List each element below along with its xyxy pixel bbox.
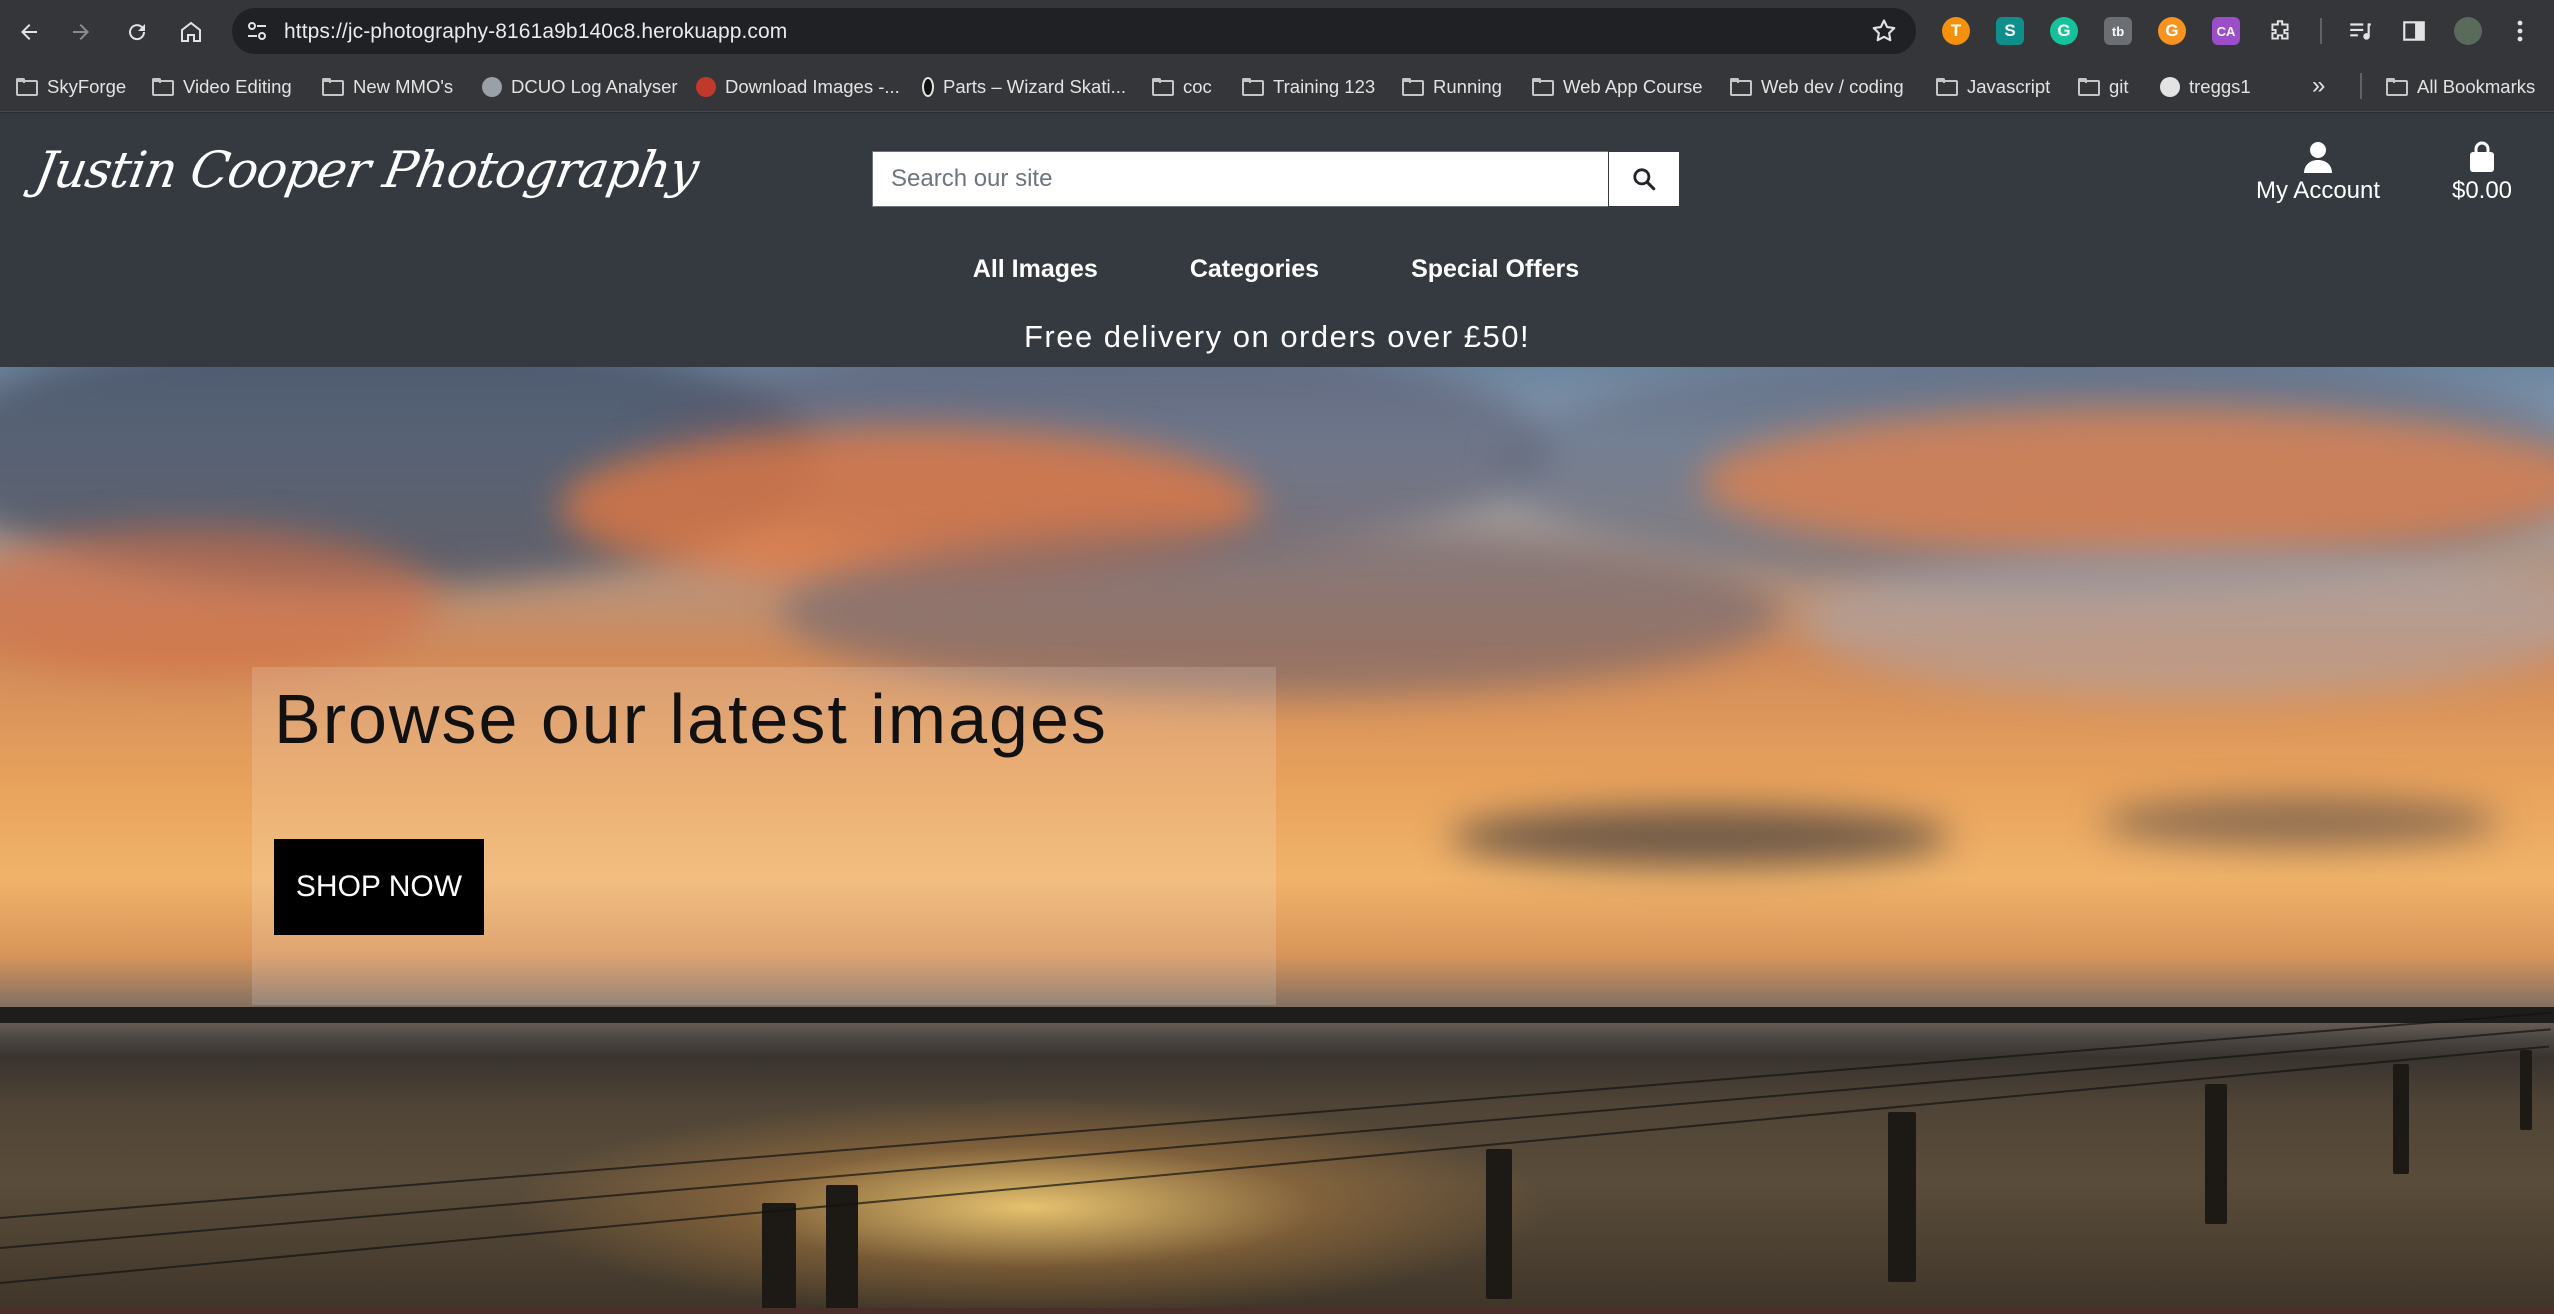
site-header: Justin Cooper Photography My Account $0.… [0, 113, 2554, 367]
bookmark-item[interactable]: SkyForge [16, 72, 126, 102]
folder-icon [1152, 78, 1174, 96]
side-panel-icon[interactable] [2400, 17, 2428, 45]
bag-total: $0.00 [2451, 177, 2513, 204]
bookmark-item[interactable]: Video Editing [152, 72, 292, 102]
arrow-right-icon [73, 24, 89, 40]
nav-all-images[interactable]: All Images [973, 255, 1098, 284]
bookmark-item[interactable]: Javascript [1936, 72, 2050, 102]
folder-icon [2078, 78, 2100, 96]
hero-panel: Browse our latest images SHOP NOW [252, 667, 1276, 1005]
hero-title: Browse our latest images [274, 680, 1108, 758]
folder-icon [16, 78, 38, 96]
bookmark-item[interactable]: Web dev / coding [1730, 72, 1904, 102]
bookmark-label: treggs1 [2189, 76, 2251, 97]
bookmark-label: Download Images -... [725, 76, 900, 97]
delivery-banner: Free delivery on orders over £50! [1023, 319, 1531, 354]
bookmark-item[interactable]: git [2078, 72, 2129, 102]
search-icon [1633, 168, 1656, 191]
grammarly-icon[interactable]: G [2050, 17, 2078, 45]
browser-toolbar: https://jc-photography-8161a9b140c8.hero… [0, 0, 2554, 62]
bookmark-item[interactable]: Download Images -... [696, 72, 900, 102]
site-favicon [922, 77, 934, 97]
main-nav: All Images Categories Special Offers [0, 255, 2554, 284]
user-icon [2304, 142, 2332, 173]
reload-button[interactable] [120, 15, 154, 49]
site-logo[interactable]: Justin Cooper Photography [31, 141, 702, 199]
bookmark-star-icon[interactable] [1870, 17, 1898, 45]
horizon-line [0, 1007, 2554, 1023]
bookmark-item[interactable]: Parts – Wizard Skati... [922, 72, 1126, 102]
shopping-bag-link[interactable]: $0.00 [2436, 141, 2528, 205]
bookmark-label: git [2109, 76, 2129, 97]
folder-icon [1730, 78, 1752, 96]
bookmark-item[interactable]: Web App Course [1532, 72, 1703, 102]
all-bookmarks-label: All Bookmarks [2417, 76, 2536, 97]
bookmark-item[interactable]: New MMO's [322, 72, 453, 102]
bookmark-label: DCUO Log Analyser [511, 76, 678, 97]
bookmark-label: Web App Course [1563, 76, 1703, 97]
globe-icon [482, 77, 502, 97]
browser-menu-icon[interactable] [2506, 17, 2534, 45]
search-input[interactable] [872, 151, 1608, 207]
profile-avatar[interactable] [2454, 17, 2482, 45]
url-text: https://jc-photography-8161a9b140c8.hero… [284, 20, 788, 43]
nav-special-offers[interactable]: Special Offers [1411, 255, 1579, 284]
bookmark-label: New MMO's [353, 76, 454, 97]
bookmark-item[interactable]: Running [1402, 72, 1502, 102]
bookmark-label: Parts – Wizard Skati... [943, 76, 1126, 97]
all-bookmarks-button[interactable]: All Bookmarks [2386, 72, 2535, 102]
bookmark-label: Web dev / coding [1761, 76, 1904, 97]
extensions-puzzle-icon[interactable] [2266, 17, 2294, 45]
arrow-left-icon [21, 24, 37, 40]
bookmarks-separator [2360, 73, 2362, 99]
folder-icon [322, 78, 344, 96]
hero-banner: Browse our latest images SHOP NOW [0, 367, 2554, 1314]
folder-icon [1402, 78, 1424, 96]
shopping-bag-icon [2470, 141, 2494, 172]
bookmark-item[interactable]: coc [1152, 72, 1212, 102]
shop-now-button[interactable]: SHOP NOW [274, 839, 484, 935]
home-icon [181, 21, 201, 42]
folder-icon [1936, 78, 1958, 96]
ca-extension-icon[interactable]: CA [2212, 17, 2240, 45]
bookmark-item[interactable]: treggs1 [2160, 72, 2251, 102]
folder-icon [2386, 78, 2408, 96]
toolbar-separator [2320, 18, 2322, 44]
reload-icon [129, 24, 146, 41]
bookmark-label: Running [1433, 76, 1502, 97]
back-button[interactable] [12, 15, 46, 49]
bookmark-label: Javascript [1967, 76, 2051, 97]
bookmark-label: Training 123 [1273, 76, 1376, 97]
bookmark-label: coc [1183, 76, 1212, 97]
folder-icon [1242, 78, 1264, 96]
bookmark-label: SkyForge [47, 76, 127, 97]
bookmark-item[interactable]: DCUO Log Analyser [482, 72, 678, 102]
bookmarks-bar: SkyForge Video Editing New MMO's DCUO Log A… [0, 62, 2554, 112]
media-control-icon[interactable] [2346, 17, 2374, 45]
forward-button[interactable] [64, 15, 98, 49]
folder-icon [1532, 78, 1554, 96]
bookmark-item[interactable]: Training 123 [1242, 72, 1375, 102]
search-form [872, 151, 1680, 207]
t-extension-icon[interactable]: T [1942, 17, 1970, 45]
g-extension-icon[interactable]: G [2158, 17, 2186, 45]
github-icon [2160, 77, 2180, 97]
folder-icon [152, 78, 174, 96]
page-bottom-edge [0, 1308, 2554, 1314]
nav-categories[interactable]: Categories [1190, 255, 1319, 284]
site-favicon [696, 77, 716, 97]
home-button[interactable] [174, 15, 208, 49]
my-account-link[interactable]: My Account [2240, 141, 2396, 205]
site-info-icon[interactable] [244, 18, 270, 44]
bookmarks-overflow-button[interactable]: » [2312, 72, 2325, 100]
my-account-label: My Account [2255, 177, 2381, 204]
search-button[interactable] [1608, 151, 1680, 207]
s-extension-icon[interactable]: S [1996, 17, 2024, 45]
address-bar[interactable]: https://jc-photography-8161a9b140c8.hero… [232, 8, 1916, 54]
bookmark-label: Video Editing [183, 76, 292, 97]
tb-extension-icon[interactable]: tb [2104, 17, 2132, 45]
